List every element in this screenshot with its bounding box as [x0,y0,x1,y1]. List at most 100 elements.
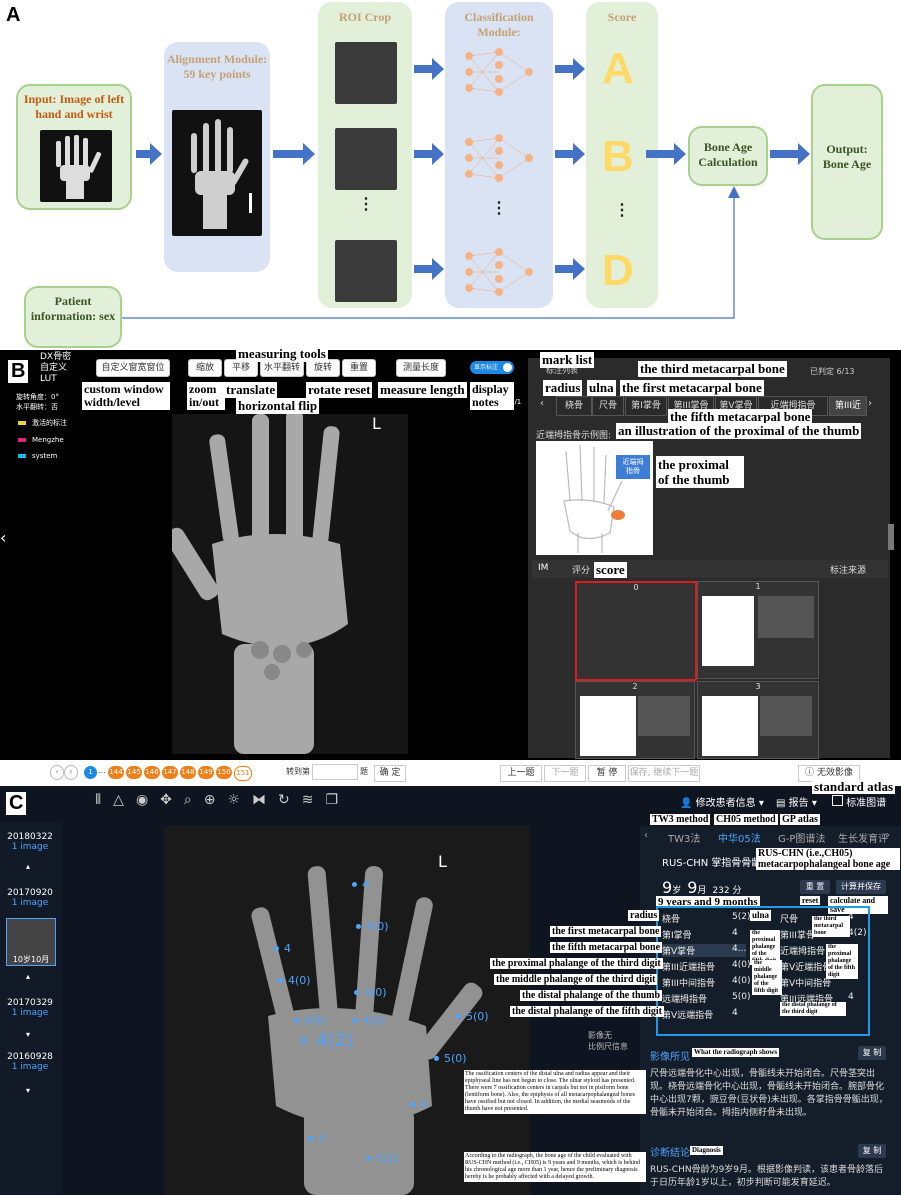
marker-dot[interactable] [352,1018,357,1023]
score-card-0[interactable]: 0 [575,581,697,681]
marker-dot[interactable] [434,1056,439,1061]
page-148[interactable]: 148 [180,766,196,779]
page-150[interactable]: 150 [216,766,232,779]
marker-dot[interactable] [356,924,361,929]
filter-icon[interactable]: ≋ [302,792,326,808]
input-xray-image [40,130,112,202]
marker-dot[interactable] [308,1136,313,1141]
marker-dot[interactable] [410,1102,415,1107]
next-question-button[interactable]: 下一题 [544,765,586,782]
b-scrollbar[interactable] [888,524,894,550]
bone-row-mid5[interactable]: 第V中间指骨 [780,976,831,989]
marker-dot[interactable] [456,1014,461,1019]
marker-dot[interactable] [354,990,359,995]
c-reset-button[interactable]: 重 置 [800,880,830,894]
selected-marker-icon[interactable]: ✕ [298,1034,310,1050]
page-144[interactable]: 144 [108,766,124,779]
move-icon[interactable]: ✥ [160,792,184,808]
zoom-icon[interactable]: ⌕ [184,792,204,808]
marker-dot[interactable] [366,1156,371,1161]
score-card-1[interactable]: 1 [697,581,819,679]
expand-icon[interactable]: ▾ [26,1086,30,1095]
marker-dot[interactable] [274,946,279,951]
standard-atlas-label: 标准图谱 [846,798,887,809]
c-calc-save-button[interactable]: 计算并保存 [836,880,886,894]
date-item-4[interactable]: 20160928 1 image [6,1052,54,1072]
page-151[interactable]: 151 [234,766,252,781]
c-tab-prev-icon[interactable]: ‹ [644,830,648,841]
bone-row-prox5[interactable]: 第V近端指骨 [780,960,831,973]
display-notes-toggle[interactable]: 显示标注 [470,361,514,374]
expand-icon[interactable]: ▾ [26,1030,30,1039]
date-item-3[interactable]: 20170329 1 image [6,998,54,1018]
eye-icon[interactable]: ◉ [136,792,160,808]
custom-window-button[interactable]: 自定义窗宽窗位 [96,359,170,377]
marker-dot[interactable] [352,882,357,887]
save-next-button[interactable]: 保存, 继续下一题 [628,765,700,782]
standard-atlas-button[interactable]: 标准图谱 [832,794,886,809]
score-card-sketch [702,596,754,666]
tab-next-icon[interactable]: › [868,398,872,409]
score-card-3[interactable]: 3 [697,681,819,759]
bone-row-dist-thumb[interactable]: 远端拇指骨 5(0) [662,992,750,1005]
bone-row-first-meta[interactable]: 第I掌骨 4 [662,928,738,941]
tab-prev-icon[interactable]: ‹ [540,398,544,409]
marker-dot[interactable] [278,978,283,983]
bone-row-prox3[interactable]: 第III近端指骨 4(0) [662,960,750,973]
b-xray-image[interactable]: L [172,414,408,754]
tab-ulna[interactable]: 尺骨 [592,396,624,416]
copy-diagnosis-button[interactable]: 复 制 [858,1144,886,1158]
flip-icon[interactable]: ⧓ [252,792,278,808]
ruler-icon[interactable]: ⦀ [95,792,113,808]
score-card-2[interactable]: 2 [575,681,695,759]
bone-row-prox-thumb[interactable]: 近端拇指骨 [780,944,825,957]
page-147[interactable]: 147 [162,766,178,779]
page-prev-icon[interactable]: ‹ [64,765,78,780]
expand-icon[interactable]: ▴ [26,972,30,981]
c-xray-image[interactable]: L 4 4(0) 4 4(0) 4(0) 4(0) 4(2) 5(0) ✕ 4(2… [164,826,530,1195]
date-item-1[interactable]: 20180322 1 image [6,832,54,852]
page-1[interactable]: 1 [84,766,97,779]
bone-row-ulna[interactable]: 尺骨 4 [780,912,854,925]
bone-row-third-meta[interactable]: 第III掌骨 4(2) [780,928,866,941]
c-tab-next-icon[interactable]: › [886,830,890,841]
bone-row-mid3[interactable]: 第III中间指骨 4(0) [662,976,750,989]
edit-patient-button[interactable]: 👤 修改患者信息 ▾ [680,794,764,809]
page-146[interactable]: 146 [144,766,160,779]
selected-thumbnail[interactable]: 10岁10月 [6,918,56,966]
pause-button[interactable]: 暂 停 [588,765,626,782]
tab-radius[interactable]: 桡骨 [556,396,592,416]
tab-ch05[interactable]: 中华05法 [718,830,761,845]
tab-first-metacarpal[interactable]: 第I掌骨 [625,396,667,416]
bone-row-dist5[interactable]: 第V远端指骨 4 [662,1008,738,1021]
collapse-icon[interactable]: ▴ [26,862,30,871]
rotate-icon[interactable]: ↻ [278,792,302,808]
prev-question-button[interactable]: 上一题 [500,765,542,782]
angle-icon[interactable]: △ [113,792,136,808]
tab-tw3[interactable]: TW3法 [668,830,700,845]
legend-label: 激活的标注 [32,419,67,427]
brightness-icon[interactable]: ☼ [227,792,252,808]
goto-input[interactable] [312,764,358,780]
report-button[interactable]: ▤ 报告 ▾ [776,794,817,809]
copy-icon[interactable]: ❐ [326,792,351,808]
tab-third-proximal[interactable]: 第III近 [829,396,867,416]
zoom-in-icon[interactable]: ⊕ [204,792,228,808]
tab-growth[interactable]: 生长发育评 [838,830,888,845]
goto-confirm-button[interactable]: 确 定 [374,765,406,782]
marker-dot[interactable] [294,1018,299,1023]
b-left-chevron-icon[interactable]: ‹ [0,528,6,547]
copy-findings-button[interactable]: 复 制 [858,1046,886,1060]
score-bar-im[interactable]: IM [538,563,548,573]
measure-button[interactable]: 测量长度 [396,359,446,377]
page-145[interactable]: 145 [126,766,142,779]
page-149[interactable]: 149 [198,766,214,779]
reset-button[interactable]: 重置 [342,359,376,377]
zoom-button[interactable]: 缩放 [188,359,222,377]
bone-row-radius[interactable]: 桡骨 5(2) [662,912,750,925]
date-item-2[interactable]: 20170920 1 image [6,888,54,908]
score-label: Score [607,10,637,24]
bone-row-fifth-meta[interactable]: 第V掌骨 4... [662,944,746,957]
page-first-icon[interactable]: ‹ [50,765,64,780]
tab-gp[interactable]: G-P图谱法 [778,830,825,845]
